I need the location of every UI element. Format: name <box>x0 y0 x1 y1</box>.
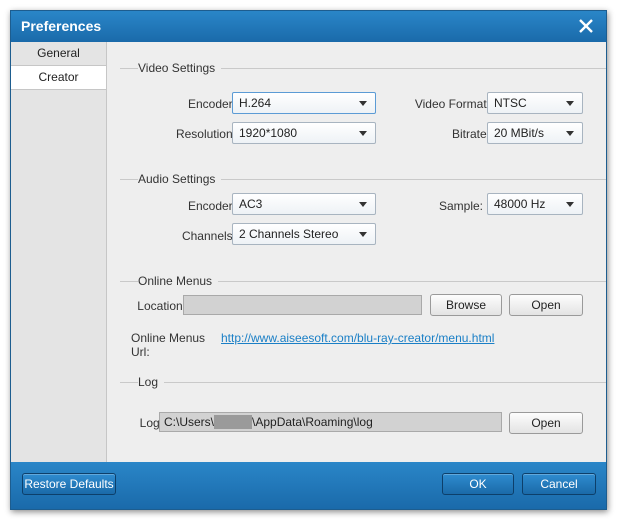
video-encoder-select[interactable]: H.264 <box>232 92 376 114</box>
sample-select[interactable]: 48000 Hz <box>487 193 583 215</box>
resolution-label: Resolution: <box>175 127 236 141</box>
sidebar-item-creator[interactable]: Creator <box>11 66 106 90</box>
preferences-window: Preferences General Creator Video Settin… <box>10 10 607 510</box>
video-settings-title: Video Settings <box>138 61 222 75</box>
chevron-down-icon <box>359 131 367 136</box>
video-format-select[interactable]: NTSC <box>487 92 583 114</box>
title-bar: Preferences <box>11 11 606 42</box>
online-menus-url-link[interactable]: http://www.aiseesoft.com/blu-ray-creator… <box>221 331 494 345</box>
divider <box>120 382 606 383</box>
online-open-button[interactable]: Open <box>509 294 583 316</box>
sidebar: General Creator <box>11 42 107 463</box>
audio-settings-title: Audio Settings <box>138 172 222 186</box>
channels-select[interactable]: 2 Channels Stereo <box>232 223 376 245</box>
ok-button[interactable]: OK <box>442 473 514 495</box>
cancel-button[interactable]: Cancel <box>522 473 596 495</box>
log-path-suffix: \AppData\Roaming\log <box>252 415 373 429</box>
video-format-label: Video Format: <box>414 97 490 111</box>
close-icon <box>579 19 593 33</box>
creator-panel: Video Settings Encoder: H.264 Video Form… <box>108 42 606 463</box>
sidebar-item-general[interactable]: General <box>11 42 106 66</box>
video-encoder-label: Encoder: <box>187 97 236 111</box>
log-title: Log <box>138 375 165 389</box>
bitrate-select[interactable]: 20 MBit/s <box>487 122 583 144</box>
log-path-prefix: C:\Users\ <box>164 415 215 429</box>
chevron-down-icon <box>566 131 574 136</box>
window-title: Preferences <box>21 18 102 34</box>
restore-defaults-button[interactable]: Restore Defaults <box>22 473 116 495</box>
audio-encoder-value: AC3 <box>239 197 263 211</box>
browse-button[interactable]: Browse <box>430 294 502 316</box>
channels-value: 2 Channels Stereo <box>239 227 339 241</box>
sample-value: 48000 Hz <box>494 197 546 211</box>
resolution-value: 1920*1080 <box>239 126 298 140</box>
audio-encoder-select[interactable]: AC3 <box>232 193 376 215</box>
sample-label: Sample: <box>438 199 483 213</box>
chevron-down-icon <box>566 202 574 207</box>
log-path-field[interactable]: C:\Users\ \AppData\Roaming\log <box>159 412 502 432</box>
log-label: Log: <box>139 416 163 430</box>
video-format-value: NTSC <box>494 96 527 110</box>
resolution-select[interactable]: 1920*1080 <box>232 122 376 144</box>
chevron-down-icon <box>359 101 367 106</box>
bitrate-value: 20 MBit/s <box>494 126 545 140</box>
channels-label: Channels: <box>181 229 236 243</box>
location-label: Location: <box>137 299 186 313</box>
online-menus-title: Online Menus <box>138 274 219 288</box>
footer-bar: Restore Defaults OK Cancel <box>11 462 606 509</box>
chevron-down-icon <box>566 101 574 106</box>
bitrate-label: Bitrate: <box>451 127 490 141</box>
audio-encoder-label: Encoder: <box>187 199 236 213</box>
chevron-down-icon <box>359 232 367 237</box>
close-button[interactable] <box>576 16 596 36</box>
chevron-down-icon <box>359 202 367 207</box>
online-menus-url-label: Online Menus Url: <box>131 331 206 359</box>
video-encoder-value: H.264 <box>239 96 272 110</box>
redacted-username <box>214 415 253 429</box>
log-open-button[interactable]: Open <box>509 412 583 434</box>
location-field[interactable] <box>183 295 422 315</box>
